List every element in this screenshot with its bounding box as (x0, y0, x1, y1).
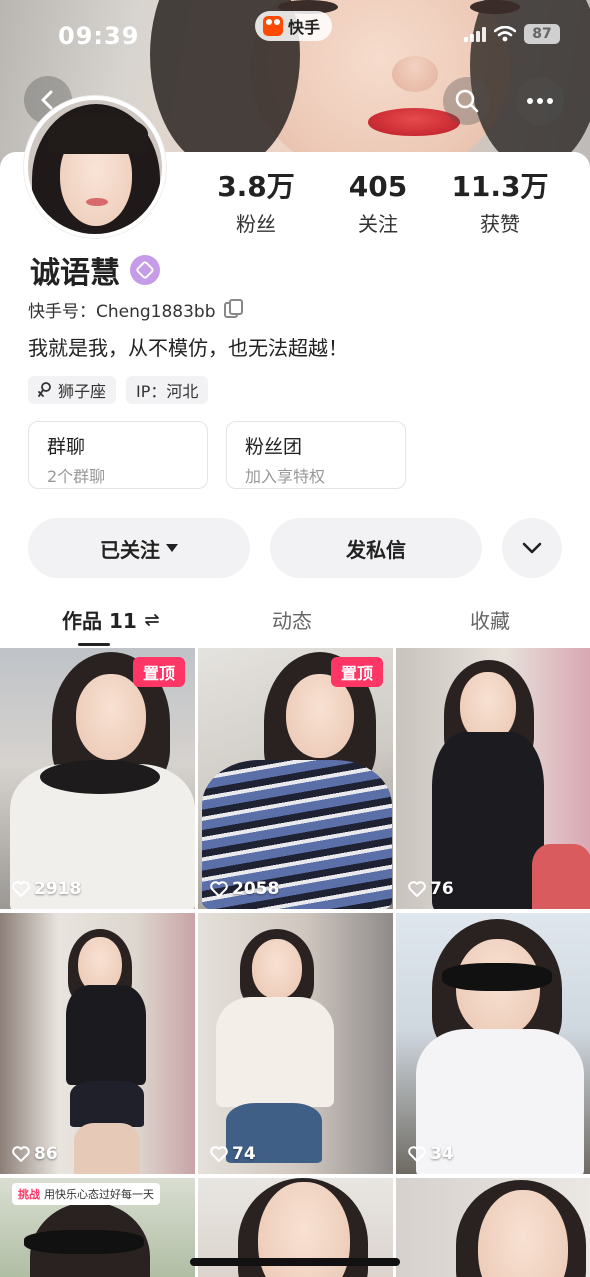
swap-icon[interactable] (144, 613, 159, 626)
stat-fans-count: 3.8万 (217, 170, 295, 203)
expand-button[interactable] (502, 518, 562, 578)
video-thumbnail[interactable]: 74 (198, 913, 393, 1174)
video-likes-count: 34 (430, 1144, 454, 1164)
video-likes: 2058 (210, 879, 279, 899)
tab-works[interactable]: 作品 11 (62, 605, 159, 634)
stat-likes-count: 11.3万 (451, 170, 549, 203)
caret-down-icon (166, 544, 178, 552)
video-thumbnail[interactable]: 挑战 用快乐心态过好每一天 (0, 1178, 195, 1277)
search-button[interactable] (443, 77, 491, 125)
video-likes: 74 (210, 1144, 256, 1164)
profile-tags: 狮子座 IP：河北 (28, 376, 209, 404)
stat-following-count: 405 (348, 170, 408, 203)
name-row: 诚语慧 (30, 248, 160, 292)
challenge-text: 用快乐心态过好每一天 (44, 1188, 154, 1201)
fan-club-card[interactable]: 粉丝团 加入享特权 (226, 421, 406, 489)
video-thumbnail[interactable]: 86 (0, 913, 195, 1174)
stat-fans-label: 粉丝 (236, 212, 276, 236)
tab-moments-label: 动态 (272, 609, 312, 633)
stat-following[interactable]: 405 关注 (318, 170, 438, 237)
video-likes-count: 2058 (232, 879, 280, 899)
tab-works-label: 作品 11 (62, 609, 137, 633)
fan-club-sub: 加入享特权 (245, 467, 326, 486)
heart-icon (210, 881, 228, 897)
more-button[interactable] (516, 77, 564, 125)
zodiac-icon (38, 382, 51, 397)
feature-cards: 群聊 2个群聊 粉丝团 加入享特权 (28, 421, 406, 489)
video-grid: 置顶 2918 置顶 2058 76 86 74 34 挑战 用快乐心态过好每一… (0, 648, 590, 1277)
tab-active-indicator (78, 643, 110, 646)
search-icon (455, 89, 479, 113)
heart-icon (12, 1146, 30, 1162)
stat-likes[interactable]: 11.3万 获赞 (440, 170, 560, 237)
tab-favorites[interactable]: 收藏 (470, 605, 510, 634)
video-likes-count: 74 (232, 1144, 256, 1164)
pinned-badge: 置顶 (331, 657, 383, 687)
video-thumbnail[interactable]: 置顶 2918 (0, 648, 195, 909)
tag-ip-label: IP：河北 (136, 382, 199, 401)
heart-icon (408, 1146, 426, 1162)
kuaishou-id-text: 快手号：Cheng1883bb (28, 302, 216, 322)
app-badge: 快手 (255, 11, 333, 41)
stat-likes-label: 获赞 (480, 212, 520, 236)
signal-icon (464, 26, 486, 42)
video-thumbnail[interactable]: 76 (396, 648, 590, 909)
video-thumbnail[interactable]: 置顶 2058 (198, 648, 393, 909)
followed-label: 已关注 (100, 537, 160, 562)
chevron-down-icon (522, 542, 542, 554)
status-icons: 87 (464, 24, 560, 44)
video-likes-count: 2918 (34, 879, 82, 899)
verified-icon[interactable] (130, 255, 160, 285)
kuaishou-id[interactable]: 快手号：Cheng1883bb (28, 297, 243, 322)
challenge-tag[interactable]: 挑战 用快乐心态过好每一天 (12, 1183, 160, 1205)
more-icon (527, 98, 553, 104)
tab-favorites-label: 收藏 (470, 609, 510, 633)
kuaishou-logo-icon (263, 16, 283, 36)
profile-bio: 我就是我，从不模仿，也无法超越！ (28, 336, 348, 360)
tag-ip: IP：河北 (126, 376, 209, 404)
tag-zodiac[interactable]: 狮子座 (28, 376, 117, 404)
video-likes: 2918 (12, 879, 81, 899)
send-message-label: 发私信 (346, 537, 406, 562)
wifi-icon (494, 26, 516, 42)
pinned-badge: 置顶 (133, 657, 185, 687)
fan-club-title: 粉丝团 (245, 436, 303, 458)
send-message-button[interactable]: 发私信 (270, 518, 482, 578)
copy-icon[interactable] (223, 298, 243, 318)
profile-name: 诚语慧 (30, 256, 120, 291)
heart-icon (408, 881, 426, 897)
video-likes-count: 76 (430, 879, 454, 899)
video-likes: 86 (12, 1144, 58, 1164)
content-tabs: 作品 11 动态 收藏 (0, 600, 590, 646)
heart-icon (210, 1146, 228, 1162)
challenge-label: 挑战 (18, 1188, 40, 1201)
avatar[interactable] (24, 96, 166, 238)
group-chat-sub: 2个群聊 (47, 467, 106, 486)
group-chat-card[interactable]: 群聊 2个群聊 (28, 421, 208, 489)
video-thumbnail[interactable]: 34 (396, 913, 590, 1174)
tab-moments[interactable]: 动态 (272, 605, 312, 634)
group-chat-title: 群聊 (47, 436, 86, 458)
home-indicator (190, 1258, 400, 1266)
profile-actions: 已关注 发私信 (28, 518, 562, 578)
app-name: 快手 (288, 18, 321, 37)
tag-zodiac-label: 狮子座 (58, 382, 107, 401)
followed-button[interactable]: 已关注 (28, 518, 250, 578)
stat-following-label: 关注 (358, 212, 398, 236)
stat-fans[interactable]: 3.8万 粉丝 (196, 170, 316, 237)
video-likes: 76 (408, 879, 454, 899)
video-thumbnail[interactable] (396, 1178, 590, 1277)
status-time: 09:39 (58, 22, 140, 50)
heart-icon (12, 881, 30, 897)
video-likes-count: 86 (34, 1144, 58, 1164)
battery-indicator: 87 (524, 24, 560, 44)
video-likes: 34 (408, 1144, 454, 1164)
